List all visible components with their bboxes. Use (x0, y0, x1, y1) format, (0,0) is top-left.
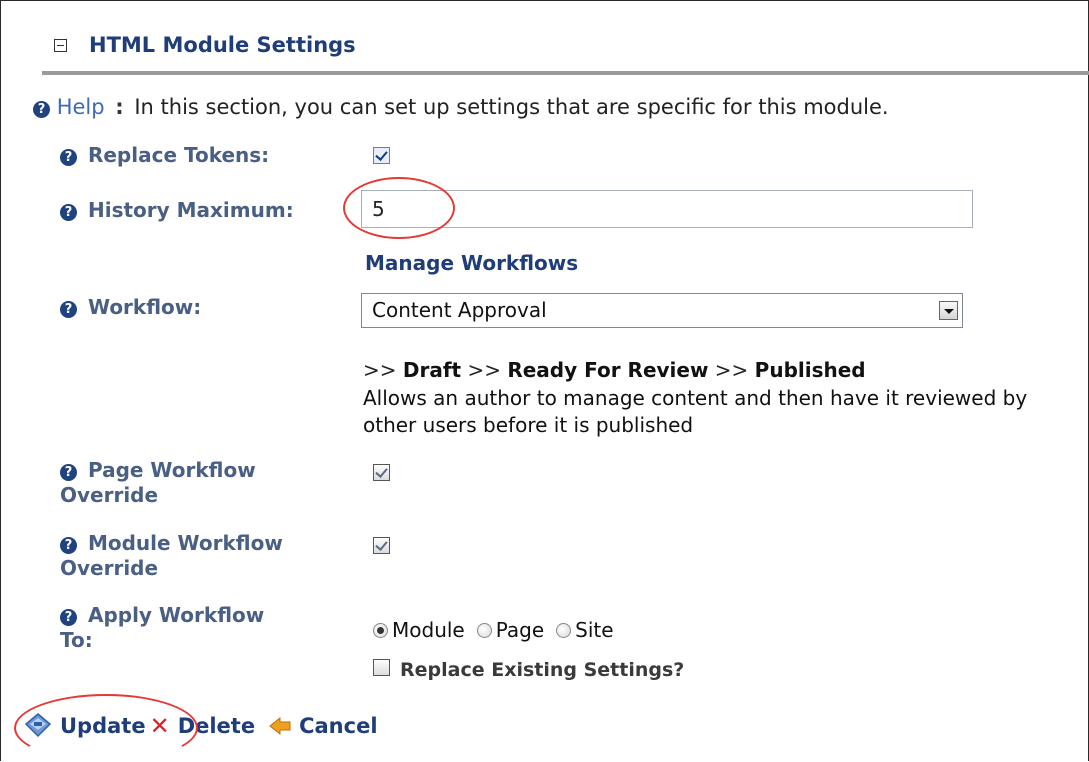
delete-label: Delete (177, 714, 256, 738)
help-icon[interactable]: ? (60, 149, 77, 166)
radio-page-label[interactable]: Page (496, 618, 544, 642)
help-link[interactable]: Help (57, 95, 105, 119)
help-icon[interactable]: ? (60, 204, 77, 221)
workflow-select-value: Content Approval (372, 298, 547, 322)
section-header[interactable]: HTML Module Settings (54, 33, 356, 57)
cancel-label: Cancel (299, 714, 378, 738)
update-button[interactable]: Update (24, 712, 146, 740)
step-ready-for-review: Ready For Review (507, 358, 709, 382)
replace-tokens-label: ? Replace Tokens: (60, 143, 269, 168)
collapse-icon[interactable] (54, 38, 67, 52)
steps-sep: >> (714, 358, 749, 382)
history-maximum-input[interactable] (361, 190, 973, 228)
steps-sep: >> (467, 358, 501, 382)
manage-workflows-link[interactable]: Manage Workflows (365, 251, 578, 275)
module-workflow-override-label-line2: Override (60, 556, 159, 580)
radio-site[interactable] (556, 622, 572, 638)
apply-workflow-to-label: ? Apply Workflow To: (60, 603, 264, 653)
step-published: Published (754, 358, 866, 382)
radio-module-label[interactable]: Module (392, 618, 465, 642)
help-icon[interactable]: ? (60, 537, 77, 554)
module-workflow-override-label: ? Module Workflow Override (60, 531, 283, 581)
workflow-steps: >> Draft >> Ready For Review >> Publishe… (363, 358, 866, 382)
replace-tokens-label-text: Replace Tokens: (87, 143, 270, 167)
module-workflow-override-label-line1: Module Workflow (87, 531, 283, 555)
radio-module[interactable] (373, 622, 388, 638)
page-workflow-override-label-line2: Override (60, 483, 159, 507)
apply-workflow-to-label-line1: Apply Workflow (87, 603, 265, 627)
replace-tokens-checkbox[interactable] (373, 147, 390, 164)
action-bar: Update ✕ Delete Cancel (24, 712, 392, 740)
module-workflow-override-checkbox[interactable] (373, 537, 390, 554)
update-label: Update (60, 714, 146, 738)
workflow-description: Allows an author to manage content and t… (363, 386, 1028, 437)
step-draft: Draft (402, 358, 462, 382)
help-text: In this section, you can set up settings… (134, 95, 889, 119)
workflow-label-text: Workflow: (87, 295, 202, 319)
radio-page[interactable] (476, 622, 492, 638)
workflow-select[interactable]: Content Approval (361, 293, 963, 328)
replace-existing-label[interactable]: Replace Existing Settings? (400, 659, 684, 681)
section-title[interactable]: HTML Module Settings (89, 33, 356, 57)
back-arrow-icon (269, 716, 291, 736)
apply-workflow-radio-group: Module Page Site (373, 618, 626, 642)
close-icon: ✕ (149, 712, 170, 740)
delete-button[interactable]: ✕ Delete (150, 714, 256, 738)
radio-site-label[interactable]: Site (575, 618, 613, 642)
cancel-button[interactable]: Cancel (269, 714, 378, 738)
page-workflow-override-label: ? Page Workflow Override (60, 458, 256, 508)
section-divider (42, 71, 1089, 75)
chevron-down-icon[interactable] (939, 301, 958, 320)
apply-workflow-to-label-line2: To: (60, 628, 93, 652)
workflow-label: ? Workflow: (60, 295, 201, 320)
help-icon[interactable]: ? (33, 101, 50, 118)
history-maximum-label-text: History Maximum: (87, 198, 294, 222)
help-icon[interactable]: ? (60, 301, 77, 318)
help-row: ? Help : In this section, you can set up… (33, 95, 889, 119)
page-workflow-override-checkbox[interactable] (373, 464, 390, 481)
page-workflow-override-label-line1: Page Workflow (87, 458, 256, 482)
help-colon: : (115, 95, 124, 119)
help-icon[interactable]: ? (60, 464, 77, 481)
replace-existing-checkbox[interactable] (373, 659, 390, 676)
help-icon[interactable]: ? (60, 609, 77, 626)
save-disk-icon (24, 713, 52, 738)
history-maximum-label: ? History Maximum: (60, 198, 294, 223)
steps-prefix: >> (363, 358, 397, 382)
